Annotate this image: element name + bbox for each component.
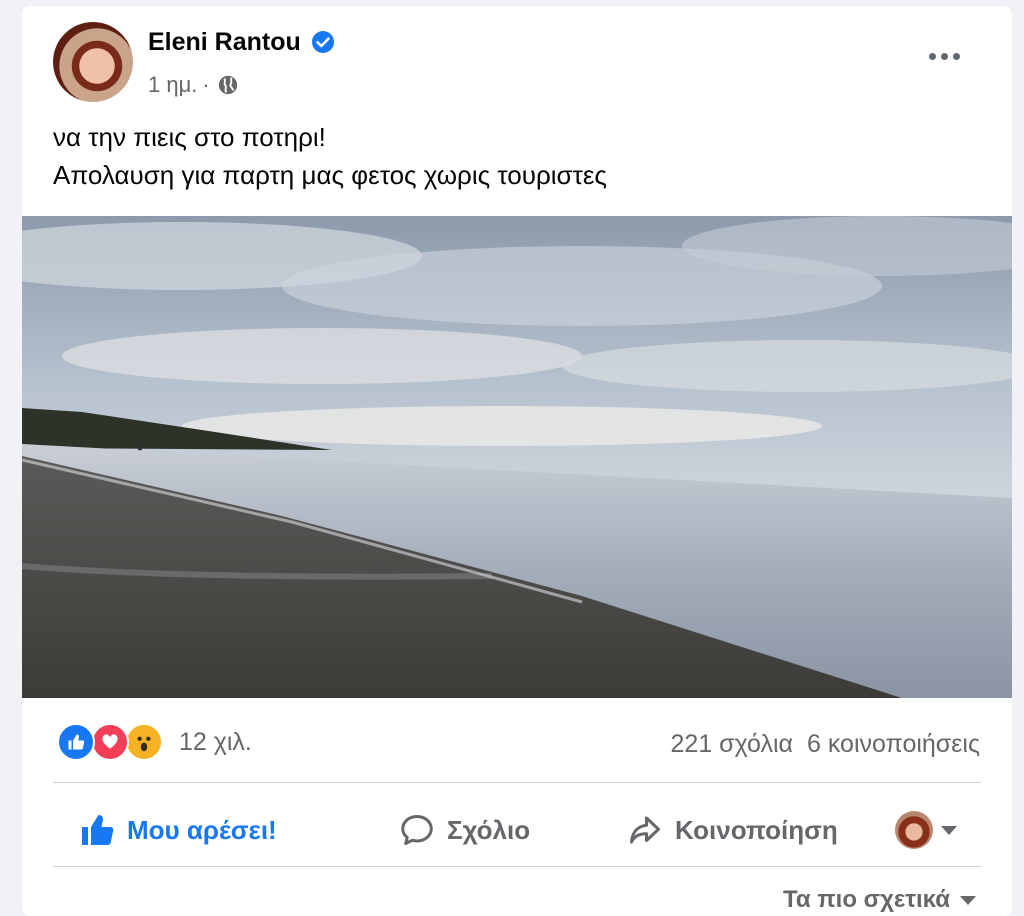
author-avatar[interactable] [53,22,133,102]
comment-sort-label: Τα πιο σχετικά [782,886,950,913]
divider [53,782,981,783]
comment-sort-dropdown[interactable]: Τα πιο σχετικά [783,886,976,914]
like-button-label: Μου αρέσει! [127,814,277,845]
author-name[interactable]: Eleni Rantou [148,28,301,57]
chevron-down-icon [941,825,957,835]
meta-separator: · [202,72,210,97]
post-card: Eleni Rantou 1 ημ. · να την πιεις στο πο… [22,6,1012,916]
post-text-line: Απολαυση για παρτη μας φετος χωρις τουρι… [53,160,607,190]
share-button-label: Κοινοποίηση [675,814,838,845]
reactions-summary[interactable]: 12 χιλ. [57,722,252,762]
comment-icon [401,815,433,845]
more-options-icon[interactable] [920,40,968,72]
engagement-stats: 221 σχόλια 6 κοινοποιήσεις [671,724,980,764]
chevron-down-icon [960,895,976,905]
author-row: Eleni Rantou [148,26,335,58]
action-bar: Μου αρέσει! Σχόλιο Κοινοποίηση [53,792,981,868]
reactions-count: 12 χιλ. [179,727,252,756]
share-icon [630,816,660,844]
post-as-selector[interactable] [895,809,957,851]
like-button[interactable]: Μου αρέσει! [79,792,277,868]
shares-count[interactable]: 6 κοινοποιήσεις [807,730,980,759]
post-text-line: να την πιεις στο ποτηρι! [53,122,326,152]
comment-button[interactable]: Σχόλιο [399,792,530,868]
love-reaction-icon [91,723,129,761]
post-photo[interactable] [22,216,1012,698]
comment-button-label: Σχόλιο [447,814,531,845]
verified-badge-icon [311,31,334,53]
share-button[interactable]: Κοινοποίηση [627,792,838,868]
post-meta: 1 ημ. · [148,70,239,100]
divider [53,866,981,867]
thumbs-up-icon [82,815,114,845]
post-text: να την πιεις στο ποτηρι! Απολαυση για πα… [53,118,607,194]
globe-icon [218,75,237,95]
avatar [895,811,933,849]
wow-reaction-icon [125,723,163,761]
comments-count[interactable]: 221 σχόλια [671,730,793,759]
like-reaction-icon [57,723,95,761]
post-time[interactable]: 1 ημ. [148,72,197,98]
